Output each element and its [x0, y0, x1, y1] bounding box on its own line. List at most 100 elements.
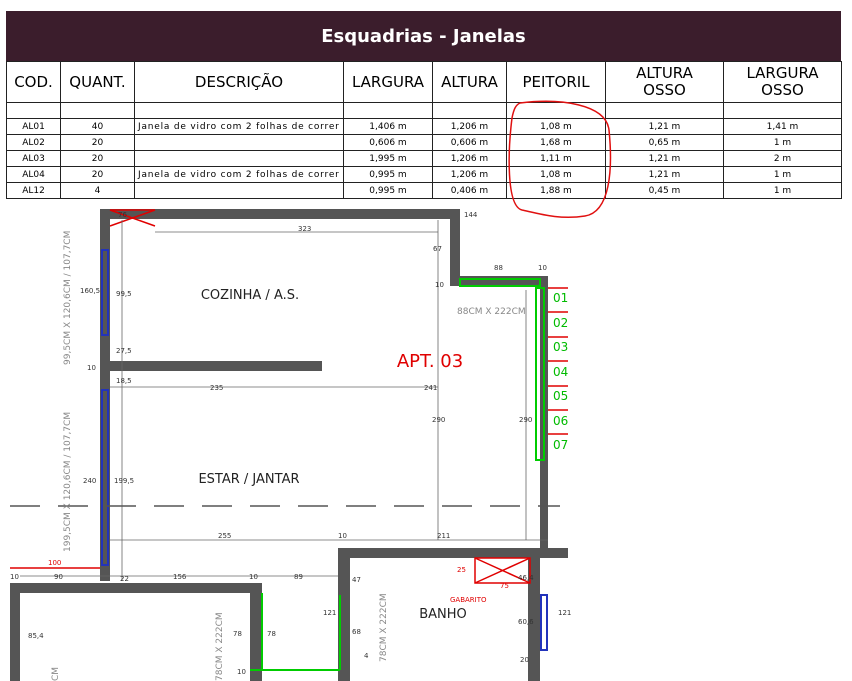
- dim-label: 27,5: [116, 347, 132, 355]
- table-row: AL04 20 Janela de vidro com 2 folhas de …: [6, 166, 842, 183]
- header-descricao: DESCRIÇÃO: [134, 61, 344, 103]
- dim-label: 46,4: [518, 574, 534, 582]
- cell-cod: AL12: [6, 182, 61, 199]
- header-largura-osso-line2: OSSO: [761, 81, 804, 99]
- dim-label: 255: [218, 532, 231, 540]
- dim-label: 68: [352, 628, 361, 636]
- dim-label: 156: [173, 573, 187, 581]
- header-peitoril: PEITORIL: [506, 61, 606, 103]
- cell-altura-osso: 1,21 m: [605, 118, 724, 135]
- dim-label: 290: [432, 416, 445, 424]
- cell-largura: 0,606 m: [343, 134, 433, 151]
- apartment-label: APT. 03: [397, 351, 463, 372]
- header-cod: COD.: [6, 61, 61, 103]
- room-label-cozinha: COZINHA / A.S.: [201, 288, 299, 303]
- dim-label: 323: [298, 225, 311, 233]
- header-largura-osso-line1: LARGURA: [746, 64, 819, 82]
- table-row: AL03 20 1,995 m 1,206 m 1,11 m 1,21 m 2 …: [6, 150, 842, 167]
- dim-label: 67: [433, 245, 442, 253]
- cell-largura-osso: 2 m: [723, 150, 842, 167]
- room-label-banho: BANHO: [419, 607, 467, 622]
- cell-cod: AL03: [6, 150, 61, 167]
- dim-label: 90: [54, 573, 63, 581]
- dim-label: 78: [267, 630, 276, 638]
- cell-peitoril: 1,11 m: [506, 150, 606, 167]
- dim-label: 10: [435, 281, 444, 289]
- dim-label: 199,5: [114, 477, 134, 485]
- dim-label: 88: [494, 264, 503, 272]
- dim-label: 76: [118, 211, 127, 219]
- stair-step-label: 07: [553, 438, 568, 452]
- stair-step-label: 04: [553, 365, 568, 379]
- cell-altura: 1,206 m: [432, 150, 507, 167]
- cell-altura-osso: 0,65 m: [605, 134, 724, 151]
- dim-label: 99,5: [116, 290, 132, 298]
- cell-peitoril: 1,88 m: [506, 182, 606, 199]
- schedule-title: Esquadrias - Janelas: [6, 11, 841, 61]
- cell-largura: 1,995 m: [343, 150, 433, 167]
- header-largura: LARGURA: [343, 61, 433, 103]
- header-largura-osso: LARGURA OSSO: [723, 61, 842, 103]
- cell-largura-osso: 1,41 m: [723, 118, 842, 135]
- dim-label: 85,4: [28, 632, 44, 640]
- header-altura-osso-line1: ALTURA: [636, 64, 693, 82]
- dim-label: 47: [352, 576, 361, 584]
- dim-label: 240: [83, 477, 96, 485]
- dim-label: 22: [120, 575, 129, 583]
- cell-altura: 0,606 m: [432, 134, 507, 151]
- stair-step-label: 06: [553, 414, 568, 428]
- dim-label: 211: [437, 532, 450, 540]
- dim-label: 18,5: [116, 377, 132, 385]
- dim-label: 235: [210, 384, 223, 392]
- window-schedule: Esquadrias - Janelas COD. QUANT. DESCRIÇ…: [6, 11, 842, 199]
- gabarito-label: GABARITO: [450, 596, 487, 604]
- cell-quant: 4: [60, 182, 135, 199]
- cell-quant: 20: [60, 134, 135, 151]
- floor-plan: COZINHA / A.S. ESTAR / JANTAR BANHO APT.…: [10, 209, 571, 681]
- cell-peitoril: 1,08 m: [506, 118, 606, 135]
- dim-label: 100: [48, 559, 61, 567]
- stair-step-label: 03: [553, 340, 568, 354]
- dim-label: 75: [500, 582, 509, 590]
- window-tag: 199,5CM X 120,6CM / 107,7CM: [63, 412, 73, 552]
- cell-cod: AL02: [6, 134, 61, 151]
- cell-descricao: [134, 150, 344, 167]
- spacer-row: [6, 102, 842, 119]
- door-tag: 78CM X 222CM: [215, 612, 225, 681]
- dim-label: 4: [364, 652, 369, 660]
- cell-largura: 0,995 m: [343, 166, 433, 183]
- dim-label: 290: [519, 416, 532, 424]
- cell-descricao: [134, 134, 344, 151]
- dimension-lines: [20, 220, 548, 581]
- dim-label: 160,5: [80, 287, 100, 295]
- table-row: AL01 40 Janela de vidro com 2 folhas de …: [6, 118, 842, 135]
- door-tag: CM: [51, 667, 61, 681]
- dim-label: 20: [520, 656, 529, 664]
- cell-altura-osso: 1,21 m: [605, 166, 724, 183]
- header-altura-osso-line2: OSSO: [643, 81, 686, 99]
- header-altura: ALTURA: [432, 61, 507, 103]
- cell-quant: 40: [60, 118, 135, 135]
- cell-altura: 0,406 m: [432, 182, 507, 199]
- door-tag: 78CM X 222CM: [379, 593, 389, 662]
- dim-label: 60,6: [518, 618, 534, 626]
- cell-largura-osso: 1 m: [723, 166, 842, 183]
- dim-label: 10: [237, 668, 246, 676]
- schedule-table: COD. QUANT. DESCRIÇÃO LARGURA ALTURA PEI…: [6, 61, 842, 199]
- table-row: AL12 4 0,995 m 0,406 m 1,88 m 0,45 m 1 m: [6, 182, 842, 199]
- cell-largura-osso: 1 m: [723, 182, 842, 199]
- cell-altura: 1,206 m: [432, 166, 507, 183]
- cell-cod: AL01: [6, 118, 61, 135]
- dim-label: 78: [233, 630, 242, 638]
- cell-peitoril: 1,08 m: [506, 166, 606, 183]
- stair-lines: [10, 209, 568, 584]
- dim-label: 10: [87, 364, 96, 372]
- cell-quant: 20: [60, 166, 135, 183]
- cell-altura: 1,206 m: [432, 118, 507, 135]
- door-tag: 88CM X 222CM: [457, 307, 526, 317]
- dim-label: 10: [10, 573, 19, 581]
- cell-descricao: Janela de vidro com 2 folhas de correr: [134, 166, 344, 183]
- cell-descricao: [134, 182, 344, 199]
- dim-label: 144: [464, 211, 478, 219]
- dim-label: 10: [538, 264, 547, 272]
